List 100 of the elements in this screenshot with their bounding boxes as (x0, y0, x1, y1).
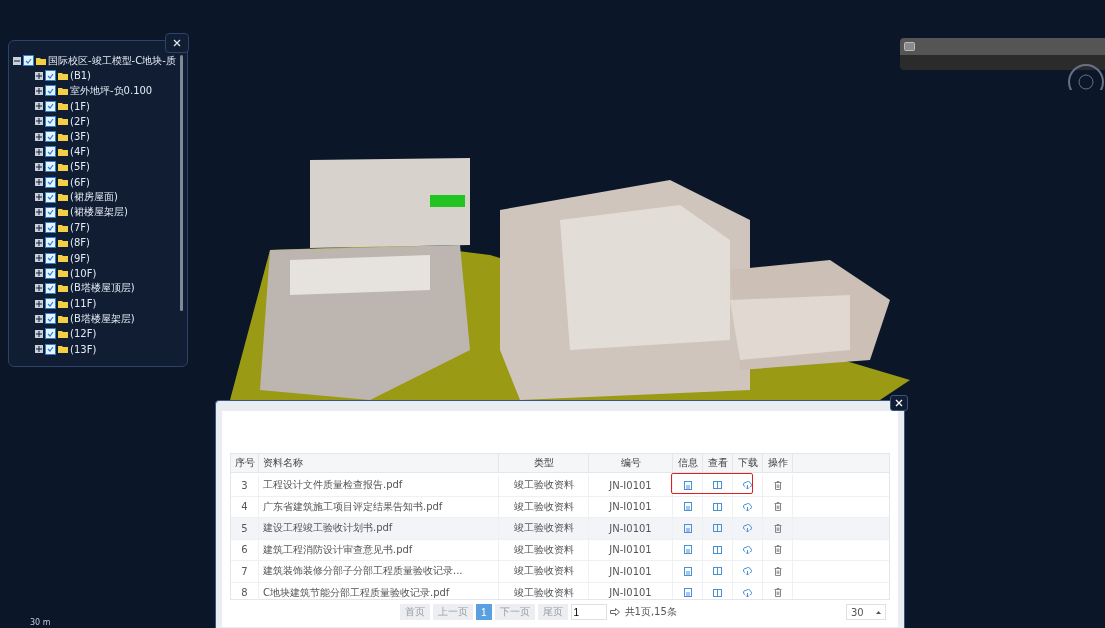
expand-toggle[interactable] (35, 86, 43, 95)
tree-label[interactable]: (裙房屋面) (70, 190, 118, 205)
document-icon[interactable] (683, 588, 692, 598)
cloud-download-icon[interactable] (743, 524, 752, 533)
expand-toggle[interactable] (35, 238, 43, 247)
expand-toggle[interactable] (35, 299, 43, 308)
tree-label[interactable]: (5F) (70, 161, 90, 173)
checkbox[interactable] (45, 206, 56, 218)
cloud-download-icon[interactable] (743, 567, 752, 576)
tree-label[interactable]: (B塔楼屋顶层) (70, 281, 135, 296)
table-row[interactable]: 6 建筑工程消防设计审查意见书.pdf 竣工验收资料 JN-I0101 (231, 539, 889, 561)
checkbox[interactable] (45, 70, 56, 82)
trash-icon[interactable] (773, 545, 782, 555)
document-icon[interactable] (683, 545, 692, 555)
checkbox[interactable] (45, 131, 56, 143)
checkbox[interactable] (45, 161, 56, 173)
tree-label[interactable]: (2F) (70, 115, 90, 127)
checkbox[interactable] (45, 191, 56, 203)
tree-label[interactable]: (4F) (70, 146, 90, 158)
compass-icon[interactable] (1066, 62, 1105, 90)
expand-toggle[interactable] (35, 102, 43, 111)
book-icon[interactable] (713, 545, 722, 554)
cloud-download-icon[interactable] (743, 588, 752, 597)
expand-toggle[interactable] (35, 329, 43, 338)
trash-icon[interactable] (773, 588, 782, 598)
tree-label[interactable]: (8F) (70, 237, 90, 249)
document-icon[interactable] (683, 480, 692, 490)
close-icon (173, 39, 181, 47)
expand-toggle[interactable] (35, 147, 43, 156)
checkbox[interactable] (45, 115, 56, 127)
checkbox[interactable] (45, 298, 56, 310)
checkbox[interactable] (45, 267, 56, 279)
tree-label[interactable]: (3F) (70, 131, 90, 143)
book-icon[interactable] (713, 524, 722, 533)
expand-toggle[interactable] (35, 254, 43, 263)
book-icon[interactable] (713, 588, 722, 597)
cloud-download-icon[interactable] (743, 502, 752, 511)
book-icon[interactable] (713, 502, 722, 511)
expand-toggle[interactable] (35, 345, 43, 354)
cloud-download-icon[interactable] (743, 481, 752, 490)
checkbox[interactable] (45, 313, 56, 325)
expand-toggle[interactable] (35, 284, 43, 293)
expand-toggle[interactable] (35, 314, 43, 323)
document-icon[interactable] (683, 502, 692, 512)
tree-label[interactable]: (7F) (70, 222, 90, 234)
checkbox[interactable] (45, 343, 56, 355)
expand-toggle[interactable] (35, 132, 43, 141)
checkbox[interactable] (45, 282, 56, 294)
table-row[interactable]: 3 工程设计文件质量检查报告.pdf 竣工验收资料 JN-I0101 (231, 475, 889, 497)
checkbox[interactable] (45, 176, 56, 188)
tree-label[interactable]: 国际校区-竣工模型-C地块-质 (48, 53, 176, 68)
tree-label[interactable]: (10F) (70, 267, 97, 279)
table-cell: 3 (231, 475, 259, 496)
tree-label[interactable]: (11F) (70, 298, 97, 310)
tree-label[interactable]: (B1) (70, 70, 92, 82)
collapse-toggle[interactable] (13, 56, 21, 65)
expand-toggle[interactable] (35, 117, 43, 126)
expand-toggle[interactable] (35, 193, 43, 202)
tree-label[interactable]: (9F) (70, 252, 90, 264)
checkbox[interactable] (45, 328, 56, 340)
close-button[interactable] (165, 33, 189, 53)
scrollbar[interactable] (180, 55, 183, 311)
page-size-select[interactable]: 30 (846, 604, 886, 620)
checkbox[interactable] (45, 222, 56, 234)
tree-label[interactable]: (裙楼屋架层) (70, 205, 128, 220)
expand-toggle[interactable] (35, 71, 43, 80)
trash-icon[interactable] (773, 523, 782, 533)
table-cell: JN-I0101 (589, 539, 673, 560)
checkbox[interactable] (45, 85, 56, 97)
trash-icon[interactable] (773, 502, 782, 512)
expand-toggle[interactable] (35, 269, 43, 278)
expand-toggle[interactable] (35, 178, 43, 187)
tree-label[interactable]: 室外地坪-负0.100 (70, 83, 153, 98)
document-icon[interactable] (683, 566, 692, 576)
tree-label[interactable]: (13F) (70, 343, 97, 355)
table-row[interactable]: 7 建筑装饰装修分部子分部工程质量验收记录... 竣工验收资料 JN-I0101 (231, 561, 889, 583)
tree-label[interactable]: (12F) (70, 328, 97, 340)
page-input[interactable]: 1 (570, 604, 607, 620)
trash-icon[interactable] (773, 480, 782, 490)
go-arrow-icon[interactable] (609, 608, 620, 616)
document-icon[interactable] (683, 523, 692, 533)
checkbox[interactable] (45, 237, 56, 249)
table-row[interactable]: 4 广东省建筑施工项目评定结果告知书.pdf 竣工验收资料 JN-I0101 (231, 496, 889, 518)
book-icon[interactable] (713, 567, 722, 576)
checkbox[interactable] (45, 252, 56, 264)
book-icon[interactable] (713, 481, 722, 490)
tree-label[interactable]: (6F) (70, 176, 90, 188)
checkbox[interactable] (23, 55, 34, 67)
expand-toggle[interactable] (35, 208, 43, 217)
tree-label[interactable]: (1F) (70, 100, 90, 112)
checkbox[interactable] (45, 100, 56, 112)
expand-toggle[interactable] (35, 223, 43, 232)
trash-icon[interactable] (773, 566, 782, 576)
table-row[interactable]: 5 建设工程竣工验收计划书.pdf 竣工验收资料 JN-I0101 (231, 518, 889, 540)
close-button[interactable] (890, 395, 908, 411)
tree-label[interactable]: (B塔楼屋架层) (70, 311, 135, 326)
expand-toggle[interactable] (35, 162, 43, 171)
checkbox[interactable] (45, 146, 56, 158)
cloud-download-icon[interactable] (743, 545, 752, 554)
table-cell: 8 (231, 582, 259, 599)
